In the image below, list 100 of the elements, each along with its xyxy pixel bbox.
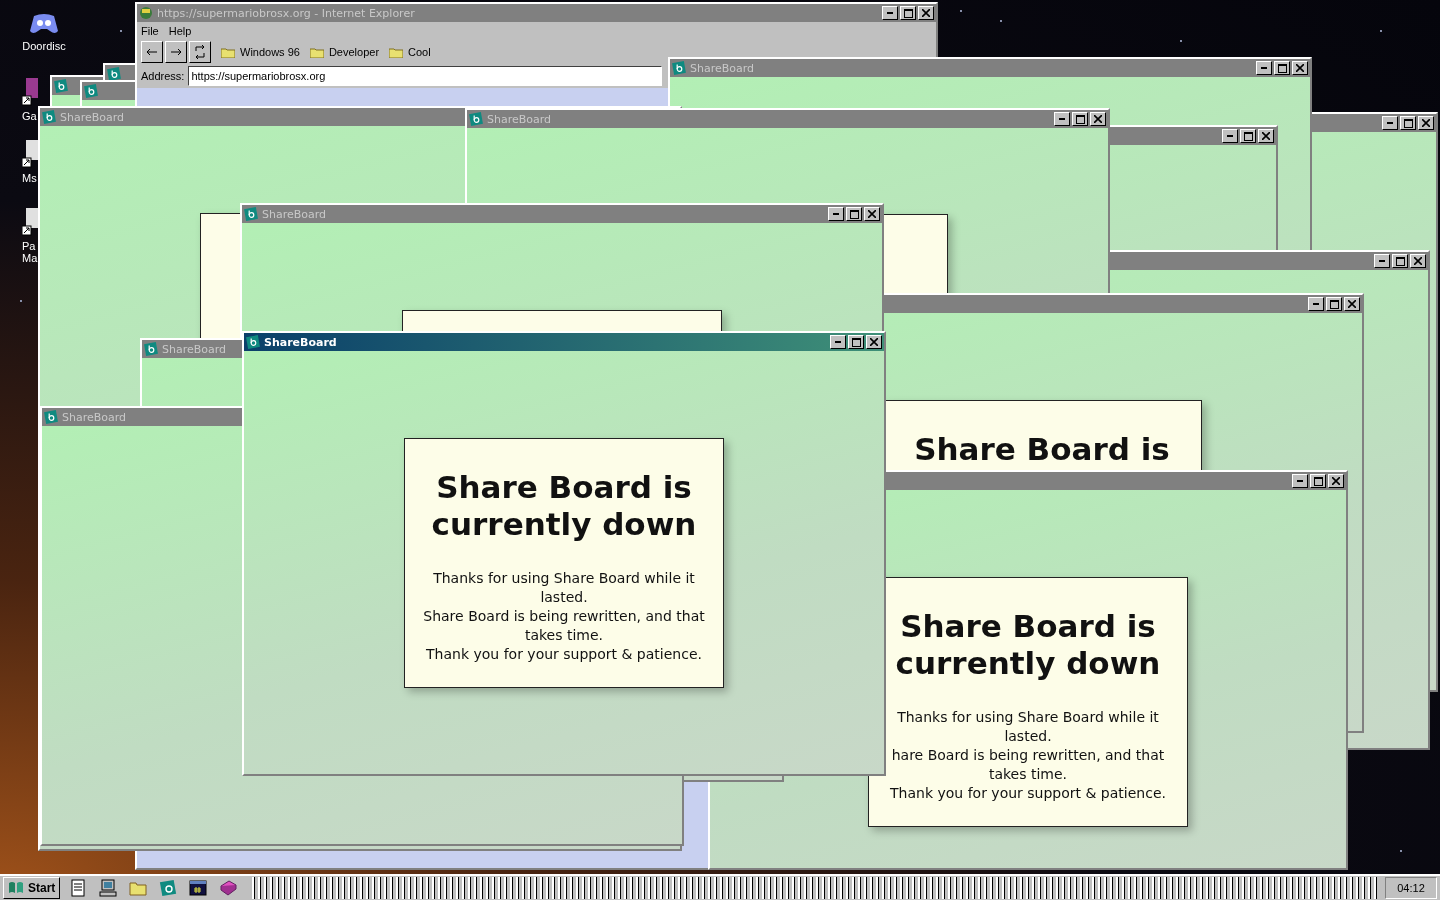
close-icon [1332, 477, 1340, 485]
close-button[interactable] [1090, 112, 1106, 126]
shortcut-icon[interactable] [22, 78, 38, 106]
windows-logo-icon [8, 881, 24, 895]
maximize-icon [1395, 256, 1405, 266]
close-button[interactable] [1410, 254, 1426, 268]
shareboard-icon [54, 79, 68, 93]
window-title: ShareBoard [262, 207, 327, 221]
minimize-button[interactable] [1308, 297, 1324, 311]
menu-item[interactable]: Help [168, 25, 192, 37]
address-field[interactable]: https://supermariobrosx.org [188, 66, 663, 86]
minimize-icon [1227, 135, 1233, 137]
folder-icon [309, 46, 324, 58]
bookmark-link[interactable]: Windows 96 [221, 46, 300, 58]
back-button[interactable] [141, 41, 163, 63]
icon-label: Pa Ma [22, 240, 38, 264]
close-button[interactable] [1292, 61, 1308, 75]
close-button[interactable] [1418, 116, 1434, 130]
right-arrow-icon [170, 48, 182, 56]
maximize-icon [1329, 299, 1339, 309]
maximize-button[interactable] [1072, 112, 1088, 126]
maximize-icon [851, 337, 861, 347]
minimize-button[interactable] [1222, 129, 1238, 143]
notice-text: Share Board is being rewritten, and that takes time. [422, 607, 706, 645]
notice-text: Thank you for your support & patience. [890, 784, 1166, 803]
shortcut-icon[interactable] [22, 208, 38, 236]
window-title: ShareBoard [487, 112, 552, 126]
maximize-button[interactable] [846, 207, 862, 221]
minimize-button[interactable] [1054, 112, 1070, 126]
minimize-button[interactable] [1256, 61, 1272, 75]
globe-icon [139, 6, 153, 20]
clock: 04:12 [1385, 877, 1437, 899]
shareboard-icon [672, 61, 686, 75]
window-title: ShareBoard [264, 335, 337, 349]
maximize-button[interactable] [1274, 61, 1290, 75]
maximize-button[interactable] [1400, 116, 1416, 130]
maximize-button[interactable] [900, 6, 916, 20]
close-icon [1414, 257, 1422, 265]
maximize-button[interactable] [1240, 129, 1256, 143]
close-button[interactable] [1258, 129, 1274, 143]
minimize-icon [1379, 260, 1385, 262]
minimize-button[interactable] [1292, 474, 1308, 488]
shareboard-icon [246, 335, 260, 349]
shareboard-icon [42, 110, 56, 124]
maximize-icon [1277, 63, 1287, 73]
maximize-button[interactable] [848, 335, 864, 349]
maximize-icon [1243, 131, 1253, 141]
shareboard-icon [244, 207, 258, 221]
shareboard-icon [44, 410, 58, 424]
window-title: ShareBoard [690, 61, 755, 75]
close-button[interactable] [1328, 474, 1344, 488]
bookmark-link[interactable]: Cool [389, 46, 431, 58]
minimize-button[interactable] [828, 207, 844, 221]
notice-text: hare Board is being rewritten, and that takes time. [890, 746, 1166, 784]
icon-label: Ms [22, 172, 38, 184]
menu-item[interactable]: File [141, 25, 159, 37]
address-label: Address: [141, 70, 185, 82]
shortcut-icon[interactable] [22, 140, 38, 168]
start-button[interactable]: Start [3, 877, 61, 899]
close-button[interactable] [866, 335, 882, 349]
close-icon [870, 338, 878, 346]
minimize-button[interactable] [830, 335, 846, 349]
close-icon [922, 9, 930, 17]
maximize-button[interactable] [1326, 297, 1342, 311]
minimize-button[interactable] [882, 6, 898, 20]
icon-label: Doordisc [22, 40, 66, 52]
folder-icon [389, 46, 404, 58]
maximize-button[interactable] [1310, 474, 1326, 488]
window-title: ShareBoard [62, 410, 127, 424]
minimize-icon [835, 341, 841, 343]
notice-heading: Share Board is [914, 431, 1170, 468]
maximize-icon [903, 8, 913, 18]
notice-heading: Share Board is currently down [430, 469, 698, 543]
game-controller-icon[interactable] [29, 12, 59, 36]
minimize-button[interactable] [1374, 254, 1390, 268]
forward-button[interactable] [165, 41, 187, 63]
notice-text: Thanks for using Share Board while it lasted. [896, 708, 1160, 746]
close-button[interactable] [864, 207, 880, 221]
minimize-icon [887, 12, 893, 14]
close-button[interactable] [1344, 297, 1360, 311]
close-icon [1262, 132, 1270, 140]
window-title: ShareBoard [60, 110, 125, 124]
window-title: https://supermariobrosx.org - Internet Explorer [157, 6, 415, 20]
maximize-button[interactable] [1392, 254, 1408, 268]
left-arrow-icon [146, 48, 158, 56]
close-button[interactable] [918, 6, 934, 20]
refresh-button[interactable] [189, 41, 211, 63]
notice-text: Thank you for your support & patience. [426, 645, 702, 664]
maximize-icon [1075, 114, 1085, 124]
close-icon [868, 210, 876, 218]
maximize-icon [849, 209, 859, 219]
minimize-button[interactable] [1382, 116, 1398, 130]
bookmark-link[interactable]: Developer [309, 46, 380, 58]
maximize-icon [1313, 476, 1323, 486]
folder-icon [221, 46, 235, 58]
minimize-icon [1261, 67, 1267, 69]
minimize-icon [1059, 118, 1065, 120]
shareboard-icon [84, 84, 98, 98]
notice-heading: Share Board is currently down [894, 608, 1162, 682]
shareboard-icon [144, 342, 158, 356]
